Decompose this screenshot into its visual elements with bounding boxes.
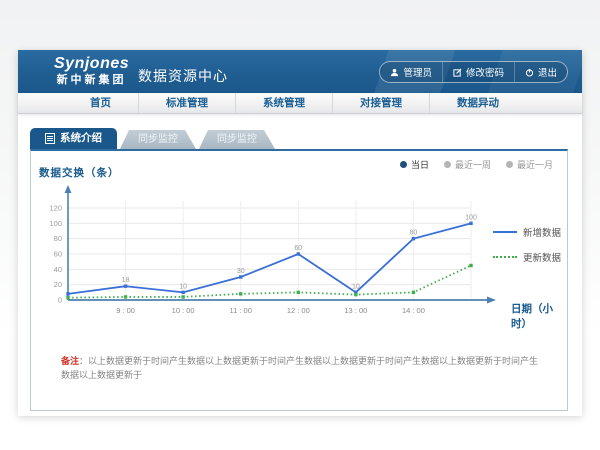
legend-label: 新增数据	[523, 225, 561, 239]
svg-text:100: 100	[465, 214, 477, 221]
svg-text:9 : 00: 9 : 00	[116, 306, 135, 315]
logout-button[interactable]: 退出	[514, 62, 567, 82]
nav-item-0[interactable]: 首页	[63, 93, 138, 113]
radio-label: 最近一月	[517, 158, 553, 171]
document-icon	[45, 133, 55, 144]
tab-label: 同步监控	[138, 134, 178, 145]
app-header: Synjones 新中新集团 数据资源中心 管理员 修改密码 退出	[18, 50, 582, 93]
legend-label: 更新数据	[523, 250, 561, 264]
radio-label: 最近一周	[455, 158, 491, 171]
tab-label: 系统介绍	[60, 128, 102, 149]
svg-text:100: 100	[49, 219, 62, 228]
content-area: 系统介绍 同步监控 同步监控 当日 最近一周 最近一月 数据交换（条） 0 20 40 60 8…	[18, 114, 582, 416]
svg-text:60: 60	[294, 245, 302, 252]
x-axis-title: 日期（小时）	[511, 301, 567, 331]
svg-text:80: 80	[410, 230, 418, 237]
svg-text:60: 60	[54, 250, 62, 259]
tab-2[interactable]: 同步监控	[199, 130, 275, 149]
nav-item-2[interactable]: 系统管理	[235, 93, 332, 113]
svg-text:12 : 00: 12 : 00	[287, 306, 310, 315]
tab-0[interactable]: 系统介绍	[30, 128, 117, 149]
user-actions-group: 管理员 修改密码 退出	[379, 61, 568, 83]
power-icon	[525, 68, 534, 77]
svg-text:14 : 00: 14 : 00	[402, 306, 425, 315]
admin-user-label: 管理员	[403, 65, 432, 79]
y-axis-title: 数据交换（条）	[39, 165, 120, 180]
user-icon	[390, 68, 399, 77]
chart-panel: 当日 最近一周 最近一月 数据交换（条） 0 20 40 60 80 100 120 9 : 00…	[30, 149, 568, 411]
page-title: 数据资源中心	[138, 66, 228, 86]
edit-icon	[453, 68, 462, 77]
time-filter-2[interactable]: 最近一月	[506, 158, 553, 171]
svg-text:80: 80	[54, 234, 62, 243]
svg-text:40: 40	[54, 265, 62, 274]
svg-text:11 : 00: 11 : 00	[230, 306, 252, 315]
logout-label: 退出	[538, 65, 557, 79]
change-password-button[interactable]: 修改密码	[442, 62, 514, 82]
logo-text-en: Synjones	[54, 55, 129, 73]
main-nav: 首页标准管理系统管理对接管理数据异动	[18, 93, 582, 114]
svg-text:13 : 00: 13 : 00	[344, 306, 367, 315]
chart-legend: 新增数据更新数据	[493, 225, 561, 264]
radio-dot-icon	[444, 161, 451, 168]
footnote-text: ：以上数据更新于时间产生数据以上数据更新于时间产生数据以上数据更新于时间产生数据…	[61, 356, 538, 380]
tab-1[interactable]: 同步监控	[120, 130, 196, 149]
radio-dot-icon	[400, 161, 407, 168]
svg-text:30: 30	[237, 268, 245, 275]
svg-text:10: 10	[179, 283, 187, 290]
footnote-prefix: 备注	[61, 356, 79, 366]
legend-item-0[interactable]: 新增数据	[493, 225, 561, 239]
time-filter-group: 当日 最近一周 最近一月	[400, 158, 553, 171]
radio-dot-icon	[506, 161, 513, 168]
change-password-label: 修改密码	[466, 65, 504, 79]
legend-line-sample	[493, 231, 517, 233]
app-window: Synjones 新中新集团 数据资源中心 管理员 修改密码 退出	[18, 50, 582, 415]
svg-text:20: 20	[54, 280, 62, 289]
legend-line-sample	[493, 256, 517, 258]
logo-text-cn: 新中新集团	[54, 74, 129, 86]
footnote: 备注：以上数据更新于时间产生数据以上数据更新于时间产生数据以上数据更新于时间产生…	[61, 355, 543, 382]
legend-item-1[interactable]: 更新数据	[493, 250, 561, 264]
tab-label: 同步监控	[217, 134, 257, 145]
tab-bar: 系统介绍 同步监控 同步监控	[30, 128, 275, 149]
svg-text:0: 0	[58, 296, 62, 305]
nav-item-1[interactable]: 标准管理	[138, 93, 235, 113]
company-logo: Synjones 新中新集团	[54, 55, 129, 86]
radio-label: 当日	[411, 158, 429, 171]
svg-text:10 : 00: 10 : 00	[172, 306, 195, 315]
svg-text:120: 120	[49, 204, 62, 213]
nav-item-3[interactable]: 对接管理	[332, 93, 429, 113]
nav-item-4[interactable]: 数据异动	[429, 93, 526, 113]
svg-text:18: 18	[122, 277, 130, 284]
svg-text:10: 10	[352, 283, 360, 290]
admin-user-button[interactable]: 管理员	[380, 62, 442, 82]
time-filter-0[interactable]: 当日	[400, 158, 429, 171]
line-chart: 0 20 40 60 80 100 120 9 : 00 10 : 00 11 : 00 12 : …	[37, 183, 507, 331]
time-filter-1[interactable]: 最近一周	[444, 158, 491, 171]
